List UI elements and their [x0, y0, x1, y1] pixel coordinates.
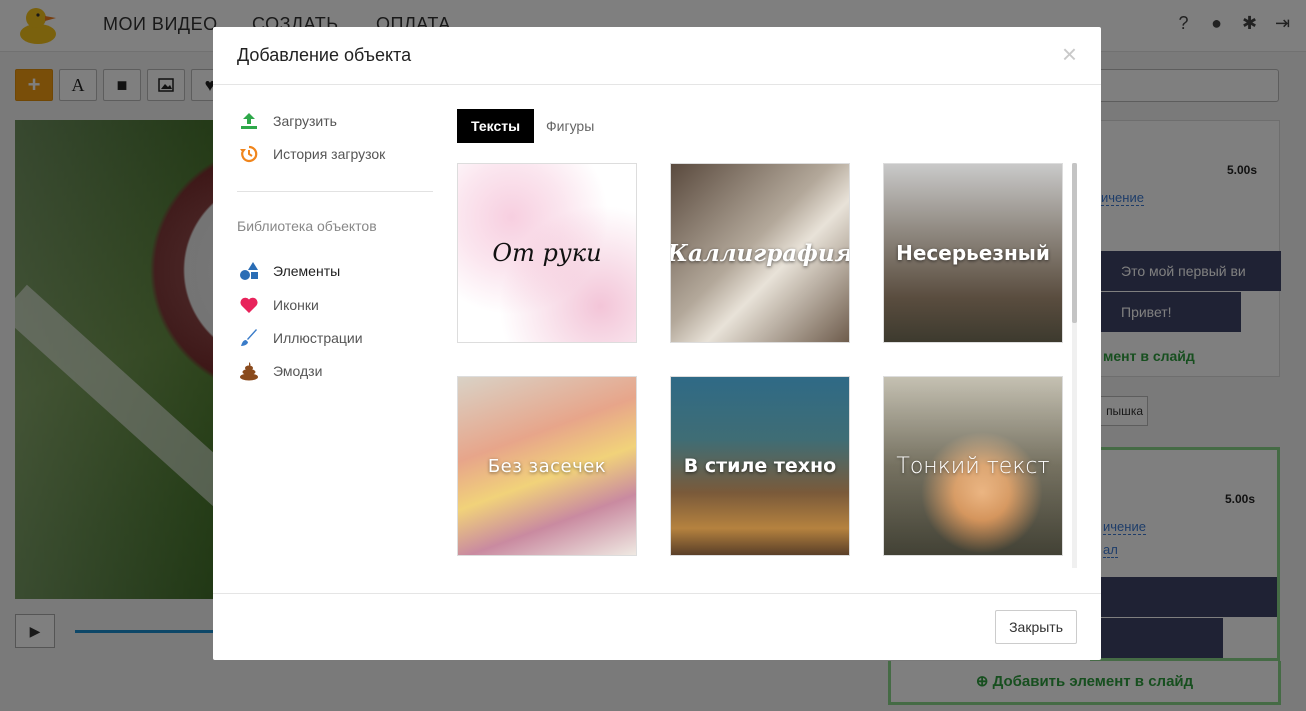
close-icon[interactable]: ×	[1062, 41, 1077, 67]
sidebar-item-label: Элементы	[273, 263, 341, 279]
heart-icon	[239, 295, 259, 315]
tab-texts[interactable]: Тексты	[457, 109, 535, 143]
sidebar-item-illustrations[interactable]: Иллюстрации	[239, 328, 363, 348]
tile-label: Тонкий текст	[896, 453, 1050, 479]
text-style-tile[interactable]: Тонкий текст	[883, 376, 1063, 556]
sidebar-item-elements[interactable]: Элементы	[239, 261, 340, 281]
close-button[interactable]: Закрыть	[995, 610, 1077, 644]
upload-item[interactable]: Загрузить	[239, 111, 337, 131]
tile-label: В стиле техно	[683, 455, 837, 477]
tile-label: Без засечек	[487, 455, 607, 477]
poop-emoji-icon	[239, 361, 259, 381]
dialog-header: Добавление объекта ×	[213, 27, 1101, 85]
tab-shapes[interactable]: Фигуры	[532, 109, 608, 143]
dialog-footer: Закрыть	[213, 593, 1101, 660]
sidebar-item-icons[interactable]: Иконки	[239, 295, 319, 315]
scrollbar-thumb[interactable]	[1072, 163, 1077, 323]
text-style-tile[interactable]: От руки	[457, 163, 637, 343]
history-icon	[239, 144, 259, 164]
history-label: История загрузок	[273, 146, 386, 162]
tile-label: Несерьезный	[896, 241, 1050, 265]
text-style-tile[interactable]: Без засечек	[457, 376, 637, 556]
text-style-tile[interactable]: В стиле техно	[670, 376, 850, 556]
sidebar-item-label: Эмодзи	[273, 363, 323, 379]
tiles-scrollbar[interactable]	[1072, 163, 1077, 568]
tile-label: Каллиграфия	[670, 239, 850, 267]
text-style-tile[interactable]: Несерьезный	[883, 163, 1063, 343]
dialog-title: Добавление объекта	[237, 45, 412, 65]
shapes-icon	[239, 261, 259, 281]
upload-label: Загрузить	[273, 113, 337, 129]
add-object-dialog: Добавление объекта × Загрузить История з…	[213, 27, 1101, 660]
tile-label: От руки	[492, 239, 602, 267]
text-style-tile[interactable]: Каллиграфия	[670, 163, 850, 343]
sidebar-divider	[237, 191, 433, 192]
sidebar-item-label: Иллюстрации	[273, 330, 363, 346]
library-heading: Библиотека объектов	[237, 218, 377, 234]
upload-icon	[239, 111, 259, 131]
sidebar-item-emoji[interactable]: Эмодзи	[239, 361, 322, 381]
upload-history-item[interactable]: История загрузок	[239, 144, 385, 164]
brush-icon	[239, 328, 259, 348]
sidebar-item-label: Иконки	[273, 297, 319, 313]
